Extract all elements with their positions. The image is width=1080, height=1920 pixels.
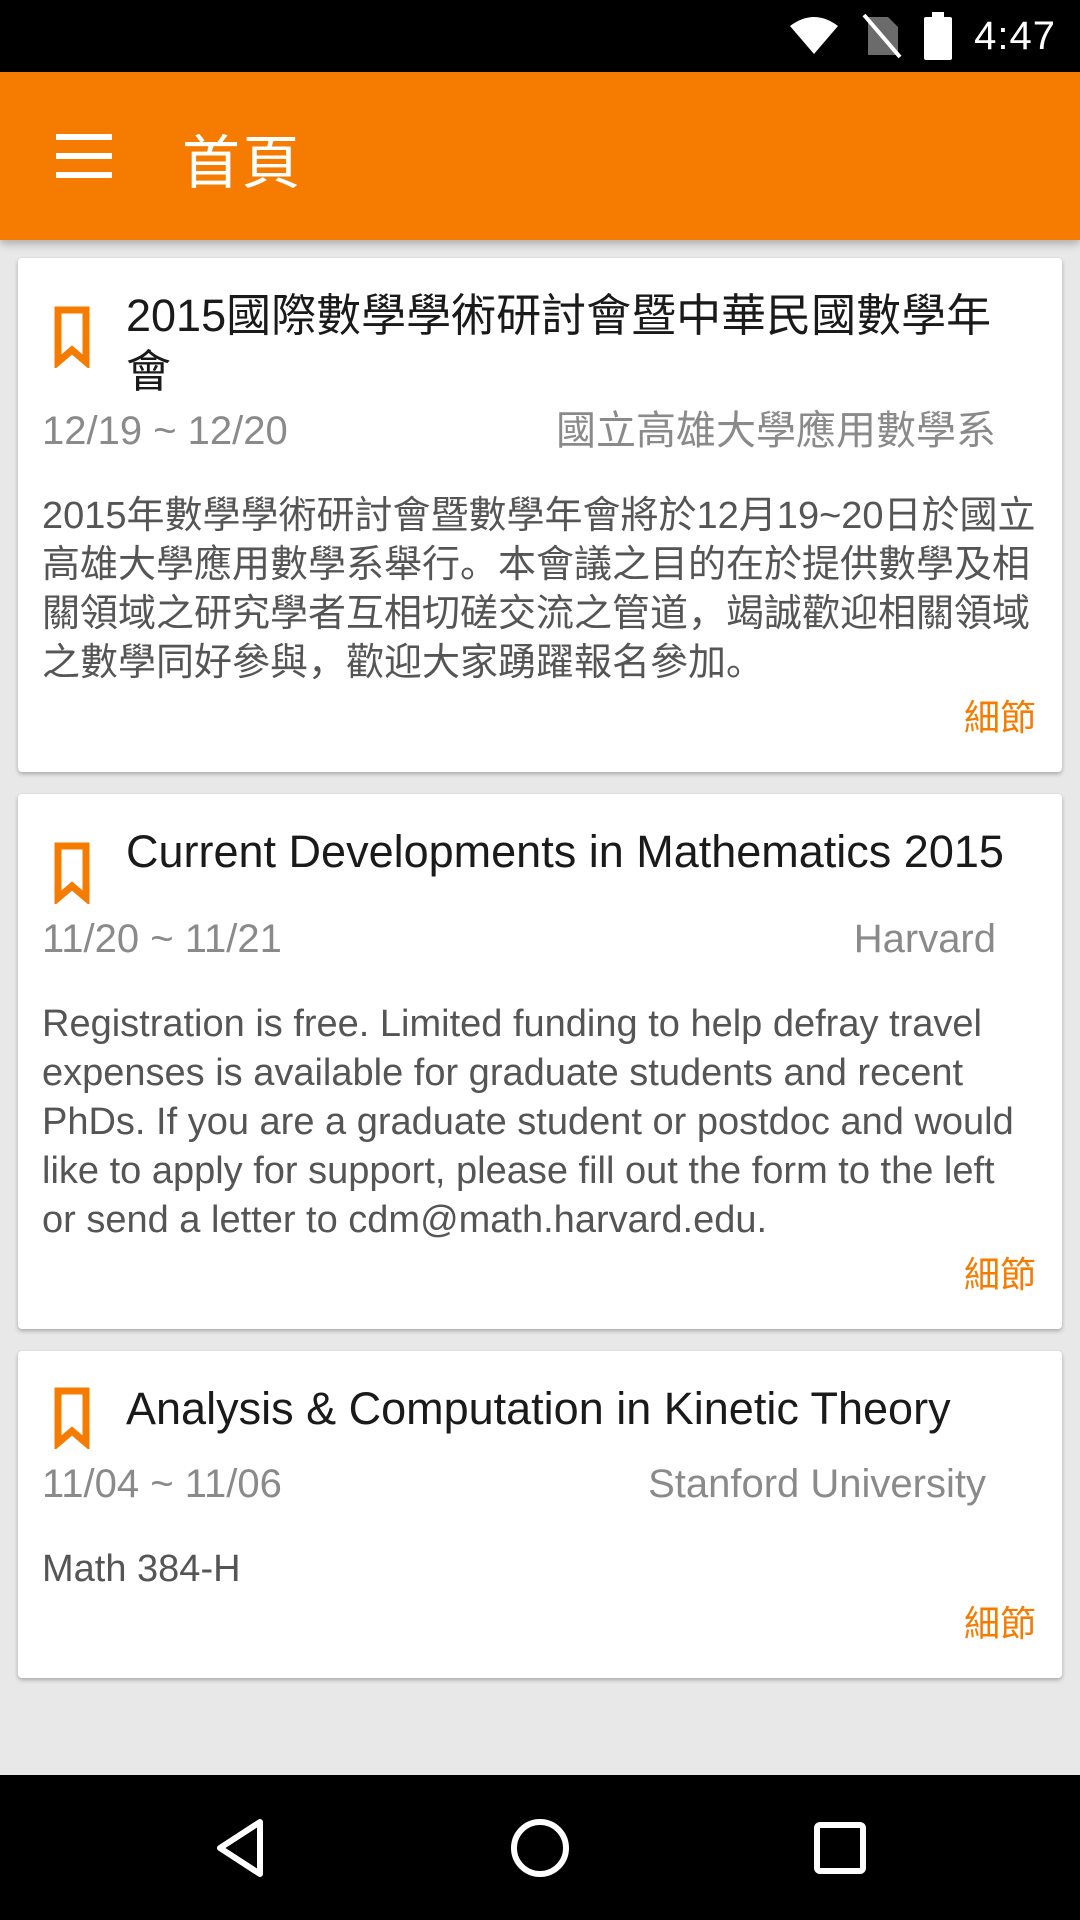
bookmark-icon[interactable] — [42, 1381, 126, 1453]
app-bar: 首頁 — [0, 72, 1080, 240]
home-button[interactable] — [460, 1775, 620, 1920]
event-title: Current Developments in Mathematics 2015 — [126, 826, 1004, 877]
event-dates: 11/20 ~ 11/21 — [42, 917, 282, 961]
event-card[interactable]: Analysis & Computation in Kinetic Theory… — [18, 1351, 1062, 1678]
hamburger-line — [56, 172, 112, 178]
event-title: 2015國際數學學術研討會暨中華民國數學年會 — [126, 290, 992, 397]
hamburger-menu-icon — [56, 134, 112, 140]
menu-button[interactable] — [46, 124, 122, 188]
recents-icon — [814, 1821, 866, 1874]
status-icons: 4:47 — [788, 0, 1056, 72]
hamburger-line — [56, 153, 112, 159]
event-description: Math 384-H — [42, 1548, 241, 1590]
details-link[interactable]: 細節 — [42, 694, 1036, 744]
recents-button[interactable] — [760, 1775, 920, 1920]
bookmark-icon[interactable] — [42, 824, 126, 908]
event-description: Registration is free. Limited funding to… — [42, 1003, 1014, 1241]
event-meta: 11/20 ~ 11/21 Harvard — [42, 912, 1036, 966]
card-header: Current Developments in Mathematics 2015 — [42, 824, 1036, 908]
home-icon — [511, 1818, 569, 1877]
event-list[interactable]: 2015國際數學學術研討會暨中華民國數學年會 12/19 ~ 12/20 國立高… — [0, 240, 1080, 1775]
battery-icon — [924, 12, 953, 60]
status-time: 4:47 — [974, 13, 1056, 58]
event-card[interactable]: Current Developments in Mathematics 2015… — [18, 794, 1062, 1329]
bookmark-icon[interactable] — [42, 288, 126, 372]
event-title: Analysis & Computation in Kinetic Theory — [126, 1383, 951, 1434]
event-location: Stanford University — [648, 1462, 986, 1506]
event-location: Harvard — [853, 917, 996, 961]
event-dates: 12/19 ~ 12/20 — [42, 409, 288, 453]
event-location: 國立高雄大學應用數學系 — [556, 409, 996, 453]
event-card[interactable]: 2015國際數學學術研討會暨中華民國數學年會 12/19 ~ 12/20 國立高… — [18, 258, 1062, 772]
event-meta: 12/19 ~ 12/20 國立高雄大學應用數學系 — [42, 404, 1036, 458]
event-dates: 11/04 ~ 11/06 — [42, 1462, 282, 1506]
details-link[interactable]: 細節 — [42, 1251, 1036, 1301]
back-button[interactable] — [160, 1775, 320, 1920]
status-bar: 4:47 — [0, 0, 1080, 72]
no-sim-icon — [862, 13, 902, 59]
card-header: 2015國際數學學術研討會暨中華民國數學年會 — [42, 288, 1036, 400]
wifi-icon — [790, 17, 839, 54]
card-header: Analysis & Computation in Kinetic Theory — [42, 1381, 1036, 1453]
event-description: 2015年數學學術研討會暨數學年會將於12月19~20日於國立高雄大學應用數學系… — [42, 495, 1036, 684]
page-title: 首頁 — [182, 129, 303, 197]
back-icon — [217, 1818, 263, 1877]
event-meta: 11/04 ~ 11/06 Stanford University — [42, 1457, 1036, 1511]
navigation-bar — [0, 1775, 1080, 1920]
details-link[interactable]: 細節 — [42, 1600, 1036, 1650]
